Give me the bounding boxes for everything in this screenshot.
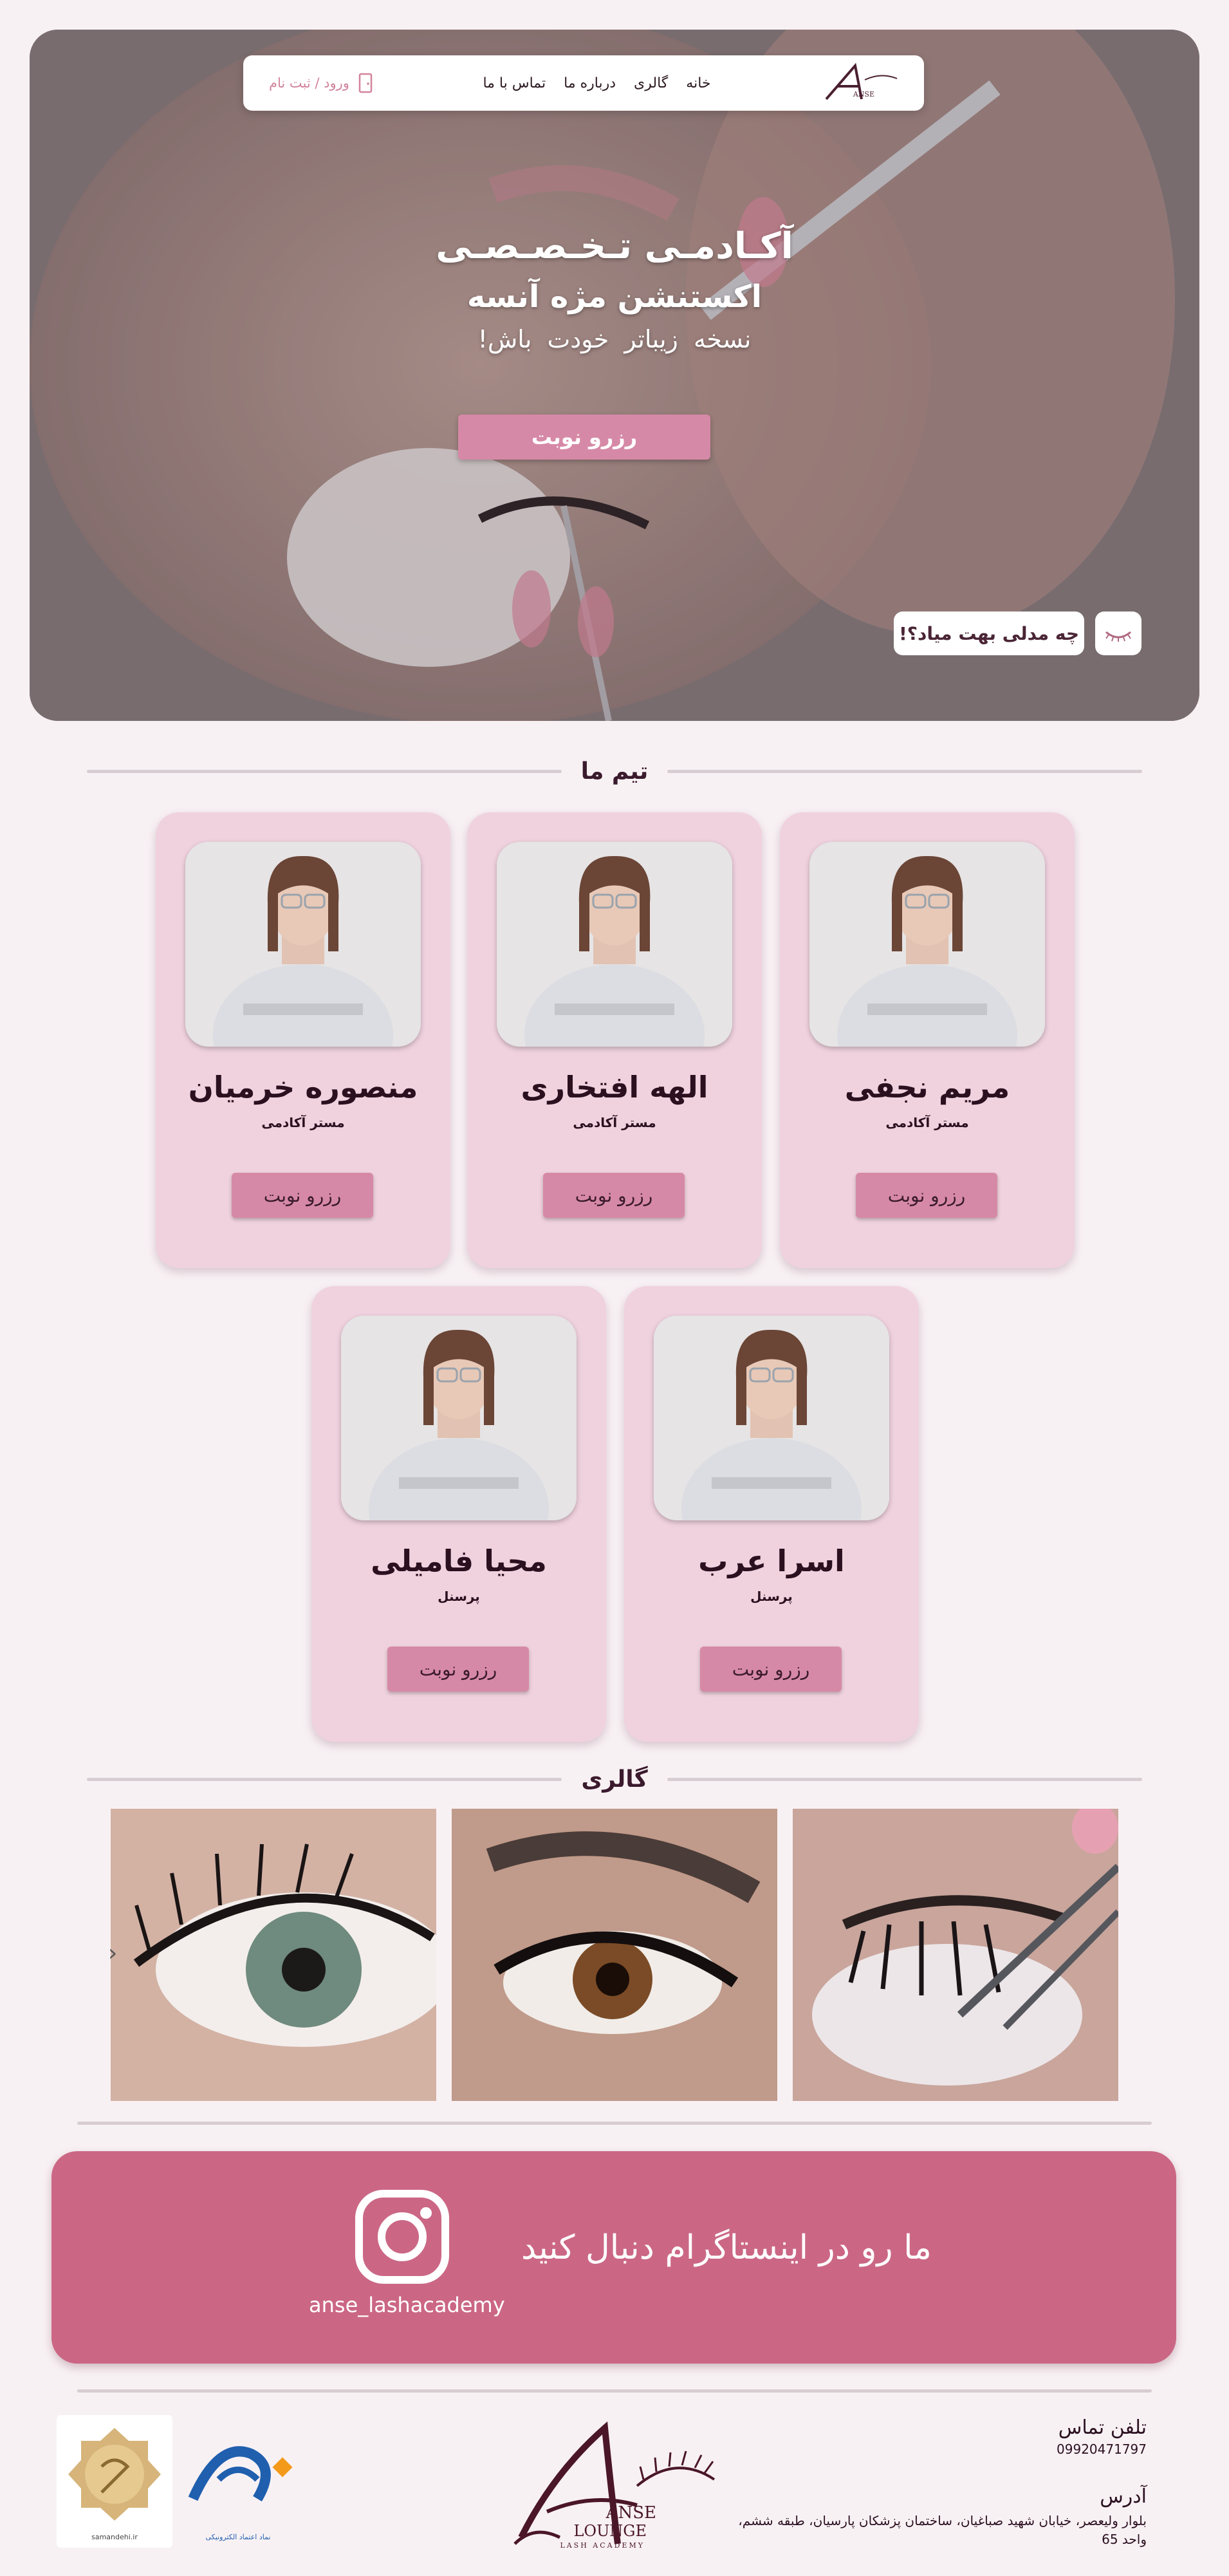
member-booking-button[interactable]: رزرو نوبت — [387, 1647, 529, 1692]
enamad-badge[interactable]: نماد اعتماد الکترونیکی — [180, 2415, 296, 2548]
team-card: الهه افتخاری مستر آکادمی رزرو نوبت — [467, 812, 762, 1268]
hero-tagline: نسخه زیباتر خودت باش! — [477, 325, 752, 353]
enamad-caption: نماد اعتماد الکترونیکی — [205, 2533, 271, 2541]
nav-link-home[interactable]: خانه — [686, 75, 710, 91]
member-booking-button[interactable]: رزرو نوبت — [856, 1173, 997, 1218]
member-photo — [809, 842, 1045, 1047]
member-name: اسرا عرب — [698, 1544, 845, 1578]
nav-links: خانه گالری درباره ما تماس با ما — [483, 75, 710, 91]
member-name: منصوره خرمیان — [188, 1070, 418, 1105]
member-booking-button[interactable]: رزرو نوبت — [700, 1647, 842, 1692]
address-text: بلوار ولیعصر، خیابان شهید صباغیان، ساختم… — [738, 2513, 1147, 2547]
member-role: مستر آکادمی — [261, 1115, 345, 1130]
style-quiz-prompt[interactable]: چه مدلی بهت میاد؟! — [894, 611, 1084, 655]
section-divider — [77, 2389, 1152, 2393]
hero-subtitle: اکستنشن مژه آنسه — [467, 279, 762, 315]
member-name: محیا فامیلی — [371, 1544, 547, 1578]
style-quiz-button[interactable] — [1095, 611, 1141, 655]
member-booking-button[interactable]: رزرو نوبت — [543, 1173, 685, 1218]
hero-headline: آکـادمـی تـخـصـصـی اکستنشن مژه آنسه نسخه… — [0, 225, 1229, 353]
phone-number[interactable]: 09920471797 — [735, 2441, 1147, 2457]
phone-label: تلفن تماس — [1058, 2416, 1147, 2439]
gallery-image[interactable] — [111, 1809, 436, 2101]
svg-text:ANSE: ANSE — [853, 90, 874, 98]
gallery-image[interactable] — [793, 1809, 1118, 2101]
instagram-icon — [355, 2190, 449, 2284]
member-role: مستر آکادمی — [573, 1115, 656, 1130]
team-card: منصوره خرمیان مستر آکادمی رزرو نوبت — [156, 812, 450, 1268]
eyelash-icon — [1105, 631, 1131, 642]
member-photo — [654, 1316, 889, 1520]
contact-info: تلفن تماس 09920471797 آدرس بلوار ولیعصر،… — [735, 2416, 1147, 2549]
member-name: مریم نجفی — [844, 1070, 1010, 1105]
member-role: مستر آکادمی — [885, 1115, 969, 1130]
brand-logo[interactable]: ANSE — [820, 61, 903, 106]
brand-subname: LOUNGE — [573, 2522, 647, 2540]
address-label: آدرس — [1100, 2485, 1147, 2508]
nav-link-about[interactable]: درباره ما — [564, 75, 616, 91]
samandehi-badge[interactable]: samandehi.ir — [57, 2415, 172, 2548]
member-photo — [497, 842, 732, 1047]
gallery-image[interactable] — [452, 1809, 777, 2101]
instagram-cta: ما رو در اینستاگرام دنبال کنید — [521, 2228, 932, 2267]
login-link[interactable]: ورود / ثبت نام — [269, 73, 374, 93]
instagram-handle[interactable]: anse_lashacademy — [309, 2293, 505, 2317]
member-role: پرسنل — [750, 1589, 793, 1604]
section-divider — [77, 2122, 1152, 2125]
member-name: الهه افتخاری — [521, 1070, 708, 1105]
brand-tagline: LASH ACADEMY — [560, 2541, 645, 2550]
team-title: تیم ما — [580, 758, 649, 785]
footer-brand-logo[interactable]: ANSE LOUNGE LASH ACADEMY — [508, 2415, 721, 2554]
nav-link-gallery[interactable]: گالری — [634, 75, 668, 91]
team-section-title: تیم ما — [86, 758, 1142, 785]
member-photo — [185, 842, 421, 1047]
team-card: محیا فامیلی پرسنل رزرو نوبت — [311, 1286, 606, 1742]
login-label: ورود / ثبت نام — [269, 75, 349, 91]
hero-booking-button[interactable]: رزرو نوبت — [458, 415, 710, 460]
member-photo — [341, 1316, 577, 1520]
chevron-left-icon[interactable]: ‹ — [108, 1940, 117, 1966]
door-icon — [358, 73, 373, 93]
instagram-banner[interactable]: anse_lashacademy ما رو در اینستاگرام دنب… — [51, 2151, 1176, 2364]
samandehi-caption: samandehi.ir — [91, 2533, 138, 2541]
member-booking-button[interactable]: رزرو نوبت — [232, 1173, 373, 1218]
team-card: مریم نجفی مستر آکادمی رزرو نوبت — [780, 812, 1075, 1268]
gallery-title: گالری — [581, 1766, 648, 1793]
team-card: اسرا عرب پرسنل رزرو نوبت — [624, 1286, 919, 1742]
member-role: پرسنل — [438, 1589, 480, 1604]
nav-link-contact[interactable]: تماس با ما — [483, 75, 546, 91]
top-navbar: ANSE خانه گالری درباره ما تماس با ما ورو… — [243, 55, 924, 111]
hero-title: آکـادمـی تـخـصـصـی — [436, 225, 793, 267]
brand-name: ANSE — [605, 2503, 656, 2523]
gallery-section-title: گالری — [86, 1766, 1142, 1793]
